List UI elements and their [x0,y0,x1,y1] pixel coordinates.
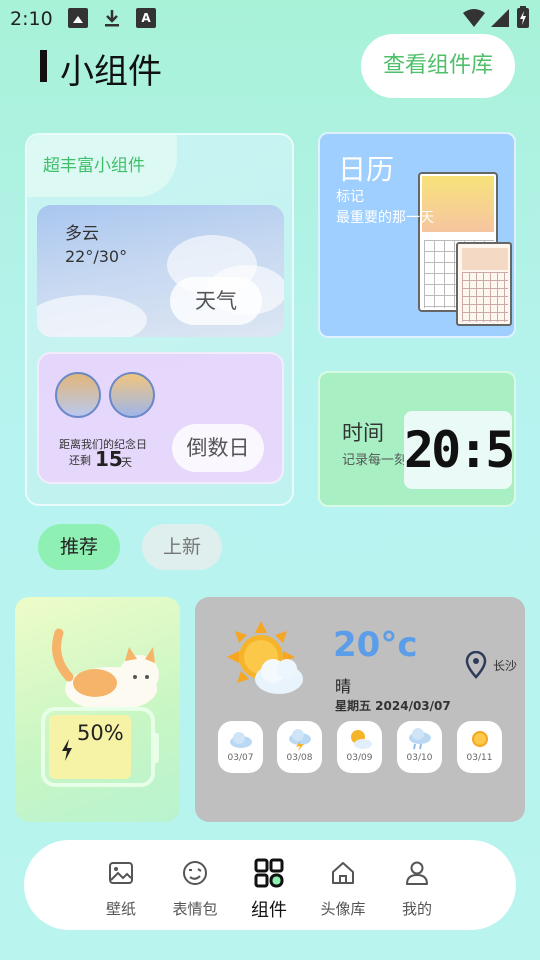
weather-temp-range: 22°/30° [65,247,128,266]
weather-city: 长沙 [493,659,518,673]
nav-item-profile[interactable]: 我的 [382,840,452,930]
gallery-notification-icon [68,8,88,28]
countdown-button[interactable]: 倒数日 [172,424,264,472]
wifi-icon [463,9,485,27]
rain-cloud-icon [409,728,431,750]
nav-item-avatars[interactable]: 头像库 [308,840,378,930]
battery-percent: 50% [77,721,124,745]
status-time: 2:10 [10,8,53,30]
forecast-day: 03/08 [277,721,322,773]
charging-bolt-icon [62,739,72,761]
location-pin-icon [465,651,487,679]
download-icon [105,10,119,27]
calendar-illustration-back [456,242,512,326]
clock-subtitle: 记录每一刻 [342,453,408,468]
calendar-card[interactable]: 日历 标记 最重要的那一天 [318,132,516,338]
forecast-day: 03/07 [218,721,263,773]
bottom-nav: 壁纸 表情包 组件 头像库 我的 [24,840,516,930]
battery-cap [151,733,159,763]
clock-card[interactable]: 时间 记录每一刻 20:57 [318,371,516,507]
clock-display: 20:57 [404,411,514,489]
nav-item-stickers[interactable]: 表情包 [160,840,230,930]
featured-widgets-card: 超丰富小组件 多云 22°/30° 天气 距离我们的纪念日 还剩 15 天 倒数… [25,133,294,506]
featured-tag-label: 超丰富小组件 [43,156,145,176]
calendar-artwork [462,248,508,270]
sun-icon [472,731,488,747]
nav-item-widgets[interactable]: 组件 [234,840,304,930]
avatar [109,372,155,418]
widgets-icon [254,858,284,888]
user-icon [406,861,428,885]
weather-condition: 晴 [335,677,352,696]
forecast-date: 03/09 [346,753,373,763]
countdown-days: 15 [95,447,123,471]
sun-cloud-icon [351,730,372,749]
forecast-date: 03/08 [286,753,313,763]
countdown-remaining-prefix: 还剩 [69,454,91,467]
nav-label: 组件 [251,900,287,921]
avatar [55,372,101,418]
calendar-title: 日历 [338,153,395,186]
image-icon [109,862,133,884]
app-a-icon: A [136,8,156,28]
tab-new[interactable]: 上新 [142,524,222,570]
tab-recommended[interactable]: 推荐 [38,524,120,570]
signal-icon [491,9,509,27]
widget-library-button[interactable]: 查看组件库 [361,34,515,98]
battery-shape [41,707,155,787]
cat-illustration [52,628,159,711]
home-icon [332,862,354,884]
forecast-date: 03/10 [406,753,433,763]
title-accent-bar [40,50,47,82]
weather-temperature: 20°c [333,625,418,665]
forecast-date: 03/07 [227,753,254,763]
calendar-grid [462,272,508,322]
nav-item-wallpaper[interactable]: 壁纸 [86,840,156,930]
nav-label: 我的 [401,900,432,918]
nav-label: 表情包 [172,900,218,918]
nav-label: 头像库 [320,900,366,918]
thunder-cloud-icon [289,729,311,751]
cloud-icon [230,732,252,748]
weather-button[interactable]: 天气 [170,277,262,325]
calendar-subtitle: 标记 [336,189,364,205]
emoji-icon [183,861,207,885]
battery-charging-icon [517,6,529,28]
status-bar: 2:10 A [0,0,540,36]
forecast-day: 03/09 [337,721,382,773]
weather-widget[interactable]: 20°c 晴 星期五 2024/03/07 长沙 03/07 03/08 03/… [195,597,525,822]
weather-condition: 多云 [65,224,99,244]
forecast-date: 03/11 [466,753,493,763]
battery-widget[interactable]: 50% [15,597,180,822]
sun-cloud-icon [227,621,303,694]
cloud-decoration [37,295,147,337]
nav-label: 壁纸 [105,900,136,918]
forecast-day: 03/10 [397,721,442,773]
countdown-preview[interactable]: 距离我们的纪念日 还剩 15 天 倒数日 [37,352,284,484]
weather-preview[interactable]: 多云 22°/30° 天气 [37,205,284,337]
countdown-unit: 天 [121,456,132,469]
forecast-day: 03/11 [457,721,502,773]
clock-title: 时间 [342,421,384,445]
calendar-subtitle: 最重要的那一天 [336,210,434,226]
weather-date: 星期五 2024/03/07 [335,699,451,713]
page-title: 小组件 [60,52,162,92]
